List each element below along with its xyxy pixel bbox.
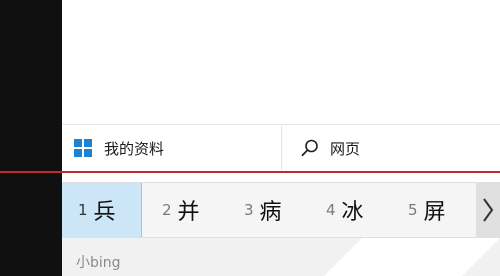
text-cursor-line [0,171,500,173]
candidate-char: 病 [259,200,282,225]
tab-web[interactable]: 网页 [282,125,500,171]
ime-candidate-1[interactable]: 1 兵 [62,183,142,237]
ime-next-page-button[interactable] [476,183,500,237]
screen: 我的资料 网页 1 兵 2 并 3 病 4 冰 5 屏 小bing [0,0,500,276]
panel-empty-area [62,0,500,124]
ime-candidate-3[interactable]: 3 病 [244,183,318,237]
candidate-char: 并 [177,200,200,225]
candidate-index: 2 [162,201,172,219]
candidate-index: 4 [326,201,336,219]
candidate-index: 5 [408,201,418,219]
candidate-char: 冰 [341,200,364,225]
candidate-index: 1 [78,201,88,219]
candidate-char: 兵 [93,200,116,225]
chevron-right-icon [483,198,494,222]
ime-hint-text: 小bing [76,255,121,271]
ime-candidate-2[interactable]: 2 并 [162,183,236,237]
tab-web-label: 网页 [330,139,361,158]
ime-candidate-bar: 1 兵 2 并 3 病 4 冰 5 屏 [62,182,500,238]
search-icon [301,139,318,157]
background-left-strip [0,0,62,276]
candidate-index: 3 [244,201,254,219]
tab-my-stuff-label: 我的资料 [104,139,165,158]
search-scope-bar: 我的资料 网页 [62,125,500,171]
ime-hint-area: 小bing [62,238,500,276]
ime-candidate-5[interactable]: 5 屏 [408,183,478,237]
candidate-char: 屏 [423,200,446,225]
tab-my-stuff[interactable]: 我的资料 [62,125,281,171]
ime-candidate-4[interactable]: 4 冰 [326,183,400,237]
windows-logo-icon [74,139,92,157]
decorative-stripe [324,238,500,276]
